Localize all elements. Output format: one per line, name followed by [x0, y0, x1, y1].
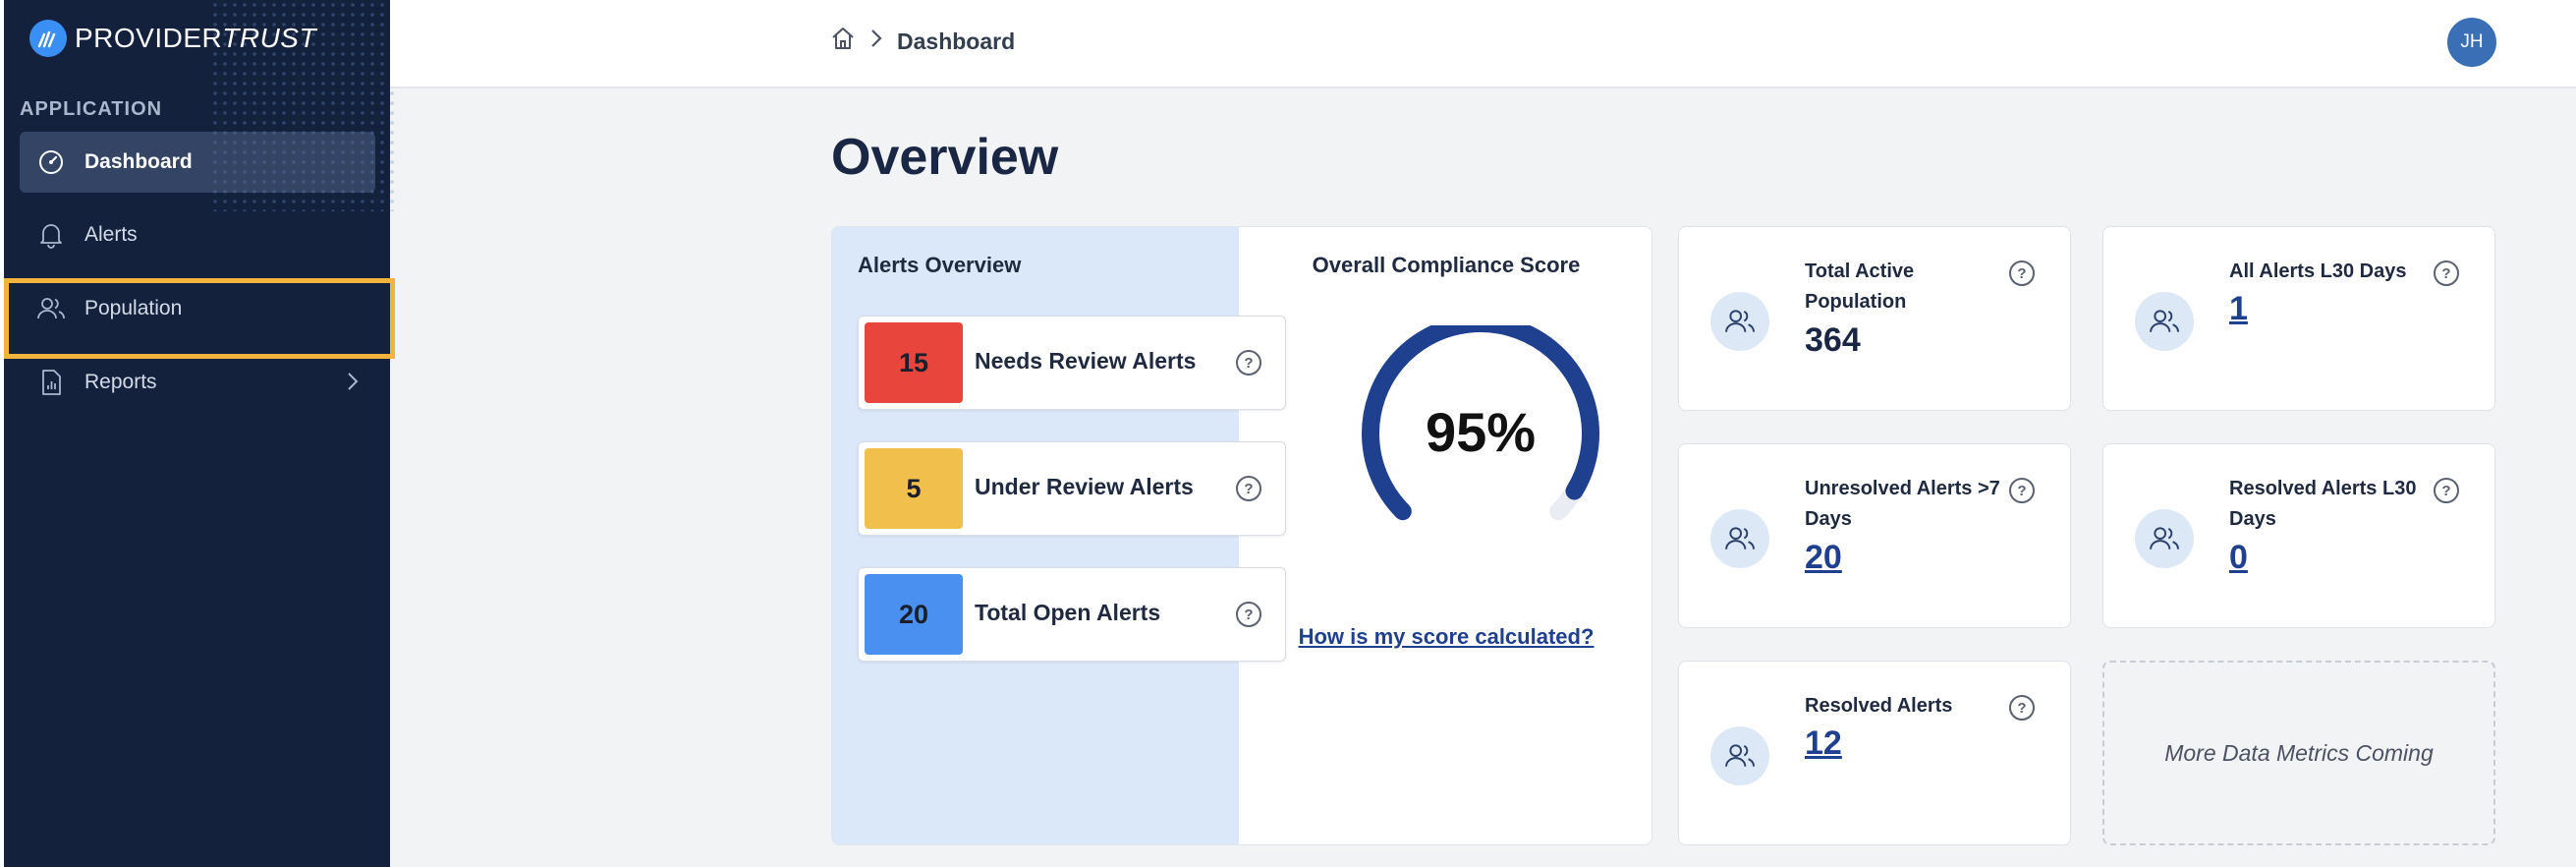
- sidebar-item-alerts[interactable]: Alerts: [20, 204, 375, 265]
- help-icon[interactable]: ?: [1236, 476, 1261, 501]
- sidebar-item-dashboard[interactable]: Dashboard: [20, 132, 375, 193]
- compliance-gauge: 95%: [1362, 325, 1599, 521]
- bell-icon: [35, 219, 67, 251]
- chevron-right-icon: [346, 371, 360, 398]
- compliance-score-value: 95%: [1426, 401, 1536, 463]
- help-icon[interactable]: ?: [2434, 478, 2459, 503]
- sidebar-item-label: Alerts: [84, 223, 138, 246]
- metric-value-link[interactable]: 12: [1805, 724, 1842, 763]
- help-icon[interactable]: ?: [2009, 695, 2035, 721]
- sidebar-item-label: Reports: [84, 371, 157, 393]
- metric-card-resolved-alerts: Resolved Alerts 12 ?: [1678, 661, 2071, 845]
- users-icon: [1710, 509, 1769, 568]
- brand-logo[interactable]: PROVIDERTRUST: [29, 20, 316, 57]
- metric-value-link[interactable]: 20: [1805, 539, 1842, 577]
- help-icon[interactable]: ?: [1236, 350, 1261, 376]
- metric-value-link[interactable]: 0: [2229, 539, 2248, 577]
- home-icon[interactable]: [830, 26, 856, 57]
- top-bar: Dashboard JH: [390, 0, 2576, 88]
- metric-label: Total Active Population: [1805, 260, 1915, 313]
- sidebar-item-label: Dashboard: [84, 150, 193, 173]
- under-review-alerts-row[interactable]: 5 Under Review Alerts ?: [858, 441, 1286, 536]
- avatar[interactable]: JH: [2447, 18, 2496, 67]
- report-icon: [35, 367, 67, 398]
- logo-mark-icon: [29, 20, 67, 57]
- alert-count-badge: 5: [865, 448, 963, 529]
- metric-label: All Alerts L30 Days: [2229, 260, 2407, 282]
- sidebar-section-label: APPLICATION: [20, 98, 163, 120]
- sidebar-item-label: Population: [84, 297, 183, 319]
- sidebar-item-reports[interactable]: Reports: [20, 352, 375, 413]
- sidebar: PROVIDERTRUST APPLICATION Dashboard Aler…: [0, 0, 394, 867]
- users-icon: [1710, 726, 1769, 785]
- help-icon[interactable]: ?: [2434, 260, 2459, 286]
- metric-label: Resolved Alerts: [1805, 695, 1953, 717]
- gauge-icon: [35, 146, 67, 178]
- metric-value-link[interactable]: 1: [2229, 290, 2248, 328]
- users-icon: [1710, 292, 1769, 351]
- metric-card-all-alerts-l30: All Alerts L30 Days 1 ?: [2102, 226, 2495, 411]
- metric-label: Resolved Alerts L30 Days: [2229, 478, 2417, 530]
- compliance-score-title: Overall Compliance Score: [1312, 253, 1581, 277]
- alert-count-badge: 15: [865, 322, 963, 403]
- more-metrics-coming-placeholder: More Data Metrics Coming: [2102, 661, 2495, 845]
- help-icon[interactable]: ?: [2009, 260, 2035, 286]
- chevron-right-icon: [869, 28, 883, 55]
- alert-label: Total Open Alerts: [975, 600, 1161, 625]
- needs-review-alerts-row[interactable]: 15 Needs Review Alerts ?: [858, 316, 1286, 410]
- breadcrumb-current: Dashboard: [897, 28, 1016, 54]
- metric-card-total-active-population: Total Active Population 364 ?: [1678, 226, 2071, 411]
- brand-name: PROVIDERTRUST: [75, 23, 317, 53]
- score-calculation-link[interactable]: How is my score calculated?: [1239, 618, 1652, 655]
- alert-label: Under Review Alerts: [975, 474, 1194, 499]
- users-icon: [2135, 292, 2194, 351]
- metric-card-unresolved-alerts: Unresolved Alerts >7 Days 20 ?: [1678, 443, 2071, 628]
- users-icon: [35, 293, 67, 324]
- metric-value: 364: [1805, 321, 1861, 359]
- alert-count-badge: 20: [865, 574, 963, 655]
- metric-label: Unresolved Alerts >7 Days: [1805, 478, 2000, 530]
- breadcrumb: Dashboard: [830, 26, 1015, 57]
- metric-card-resolved-alerts-l30: Resolved Alerts L30 Days 0 ?: [2102, 443, 2495, 628]
- alert-label: Needs Review Alerts: [975, 348, 1197, 374]
- sidebar-item-population[interactable]: Population: [20, 278, 375, 339]
- help-icon[interactable]: ?: [2009, 478, 2035, 503]
- page-title: Overview: [831, 129, 1059, 186]
- alerts-overview-title: Alerts Overview: [858, 253, 1022, 277]
- users-icon: [2135, 509, 2194, 568]
- help-icon[interactable]: ?: [1236, 602, 1261, 627]
- overview-card: Alerts Overview 15 Needs Review Alerts ?…: [831, 226, 1652, 845]
- total-open-alerts-row[interactable]: 20 Total Open Alerts ?: [858, 567, 1286, 662]
